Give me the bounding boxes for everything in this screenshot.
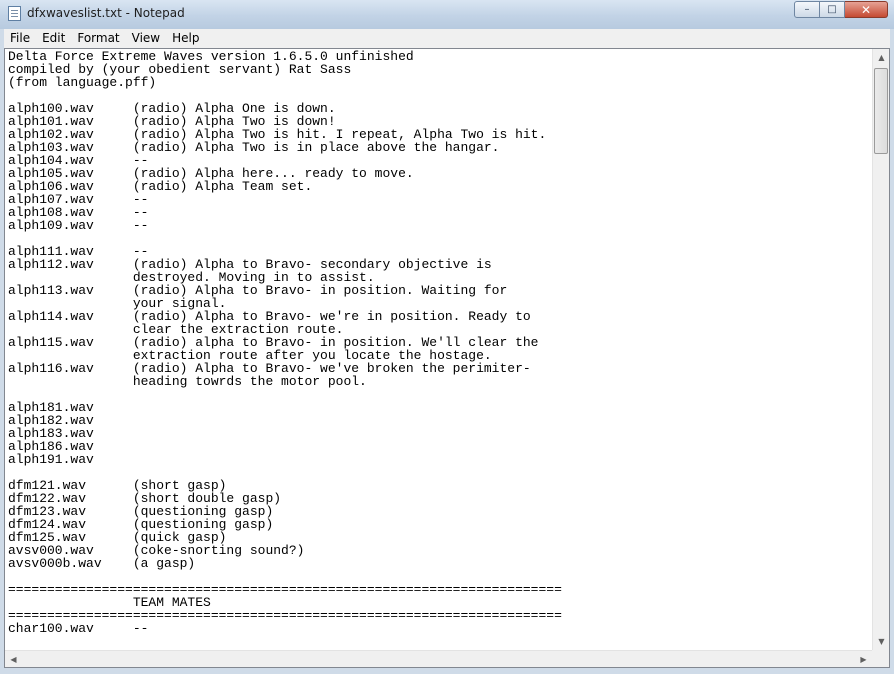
vertical-scroll-thumb[interactable] xyxy=(874,68,888,154)
text-editor[interactable]: Delta Force Extreme Waves version 1.6.5.… xyxy=(4,48,890,668)
vertical-scrollbar[interactable]: ▲ ▼ xyxy=(872,49,889,650)
menu-help[interactable]: Help xyxy=(166,29,205,48)
text-line: (from language.pff) xyxy=(8,75,157,90)
text-line: alph191.wav xyxy=(8,452,94,467)
title-bar[interactable]: dfxwaveslist.txt - Notepad – □ ✕ xyxy=(0,0,894,29)
menu-format[interactable]: Format xyxy=(71,29,125,48)
document-text-area[interactable]: Delta Force Extreme Waves version 1.6.5.… xyxy=(8,50,871,650)
text-line: alph109.wav -- xyxy=(8,218,149,233)
notepad-icon xyxy=(8,6,21,21)
text-line: heading towrds the motor pool. xyxy=(8,374,367,389)
menu-edit[interactable]: Edit xyxy=(36,29,71,48)
close-button[interactable]: ✕ xyxy=(845,1,888,18)
caption-buttons: – □ ✕ xyxy=(794,1,888,19)
text-line: avsv000b.wav (a gasp) xyxy=(8,556,196,571)
text-line: char100.wav -- xyxy=(8,621,149,636)
minimize-button[interactable]: – xyxy=(794,1,820,18)
scrollbar-corner xyxy=(872,650,889,667)
scroll-left-icon[interactable]: ◀ xyxy=(5,651,22,667)
menu-bar: File Edit Format View Help xyxy=(4,29,890,48)
notepad-window: dfxwaveslist.txt - Notepad – □ ✕ File Ed… xyxy=(0,0,894,674)
document-text: Delta Force Extreme Waves version 1.6.5.… xyxy=(8,50,871,635)
scroll-down-icon[interactable]: ▼ xyxy=(873,633,890,650)
maximize-button[interactable]: □ xyxy=(820,1,845,18)
scroll-right-icon[interactable]: ▶ xyxy=(855,651,872,667)
scroll-up-icon[interactable]: ▲ xyxy=(873,49,890,66)
horizontal-scrollbar[interactable]: ◀ ▶ xyxy=(5,650,872,667)
menu-file[interactable]: File xyxy=(4,29,36,48)
menu-view[interactable]: View xyxy=(126,29,166,48)
window-title: dfxwaveslist.txt - Notepad xyxy=(27,6,185,20)
